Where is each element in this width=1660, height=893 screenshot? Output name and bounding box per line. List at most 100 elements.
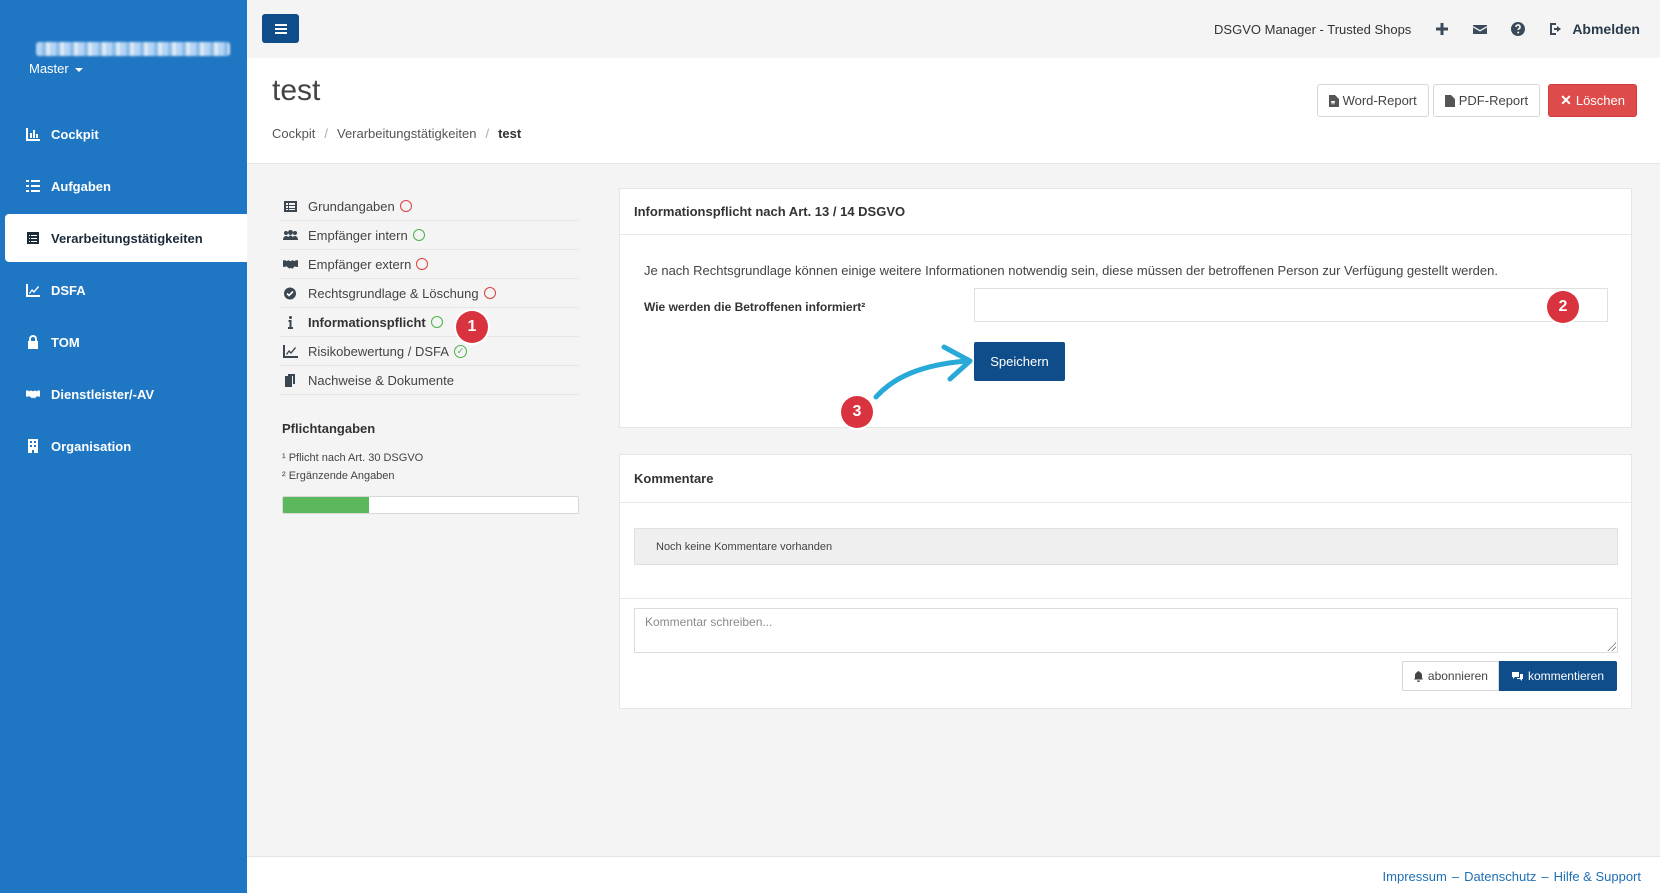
list-alt-icon [27, 232, 39, 244]
comment-textarea[interactable] [634, 608, 1618, 653]
menu-toggle-button[interactable] [262, 14, 299, 43]
sidebar-item-dsfa[interactable]: DSFA [0, 266, 247, 314]
comment-button[interactable]: kommentieren [1498, 661, 1617, 691]
datenschutz-link[interactable]: Datenschutz [1464, 869, 1536, 884]
pdf-report-label: PDF-Report [1458, 93, 1529, 108]
section-item-informationspflicht[interactable]: Informationspflicht [280, 308, 579, 337]
envelope-icon[interactable] [1473, 22, 1488, 36]
panel-title: Informationspflicht nach Art. 13 / 14 DS… [620, 189, 1631, 235]
breadcrumb: Cockpit / Verarbeitungstätigkeiten / tes… [272, 126, 521, 141]
sidebar-item-label: Cockpit [51, 126, 99, 142]
footer-separator: – [1541, 869, 1549, 884]
breadcrumb-separator: / [324, 126, 328, 141]
resize-handle[interactable] [1606, 641, 1616, 651]
section-item-label: Grundangaben [308, 198, 395, 214]
progress-bar-fill [283, 497, 369, 513]
section-nav: Grundangaben Empfänger intern Empfänger … [280, 192, 579, 395]
delete-button[interactable]: ✕ Löschen [1548, 84, 1637, 117]
logout-button[interactable]: Abmelden [1549, 21, 1640, 37]
section-item-risikobewertung[interactable]: Risikobewertung / DSFA ✓ [280, 337, 579, 366]
file-pdf-icon [1444, 94, 1455, 107]
sidebar-item-verarbeitungstaetigkeiten[interactable]: Verarbeitungstätigkeiten [5, 214, 247, 262]
footer-separator: – [1451, 869, 1460, 884]
list-alt-icon [284, 200, 297, 212]
breadcrumb-current: test [498, 126, 522, 141]
sidebar-item-tom[interactable]: TOM [0, 318, 247, 366]
section-item-rechtsgrundlage[interactable]: Rechtsgrundlage & Löschung [280, 279, 579, 308]
impressum-link[interactable]: Impressum [1383, 869, 1447, 884]
sidebar-item-dienstleister[interactable]: Dienstleister/-AV [0, 370, 247, 418]
section-item-label: Empfänger intern [308, 227, 408, 243]
sidebar-item-aufgaben[interactable]: Aufgaben [0, 162, 247, 210]
subscribe-button[interactable]: abonnieren [1401, 661, 1499, 691]
progress-bar [282, 496, 579, 514]
line-chart-icon [26, 284, 40, 297]
plus-icon[interactable] [1435, 22, 1449, 36]
section-item-label: Risikobewertung / DSFA [308, 343, 449, 359]
page-title: test [272, 74, 321, 107]
info-description: Je nach Rechtsgrundlage können einige we… [644, 263, 1498, 278]
comments-title: Kommentare [620, 455, 1631, 503]
section-item-label: Informationspflicht [308, 314, 426, 330]
header-actions: Word-Report PDF-Report ✕ Löschen [1316, 84, 1637, 117]
account-selector-label: Master [29, 61, 69, 76]
user-name-blurred [36, 42, 230, 56]
breadcrumb-separator: / [485, 126, 490, 141]
word-report-label: Word-Report [1342, 93, 1417, 108]
hilfe-support-link[interactable]: Hilfe & Support [1554, 869, 1641, 884]
status-open-icon [430, 316, 443, 328]
account-selector[interactable]: Master [29, 61, 83, 76]
topbar-actions: DSGVO Manager - Trusted Shops Abmelden [1214, 0, 1640, 58]
section-item-label: Empfänger extern [308, 256, 412, 272]
sign-out-icon [1550, 23, 1562, 35]
section-item-nachweise[interactable]: Nachweise & Dokumente [280, 366, 579, 395]
field-label: Wie werden die Betroffenen informiert² [644, 300, 866, 314]
sidebar-item-organisation[interactable]: Organisation [0, 422, 247, 470]
sidebar-item-label: Aufgaben [51, 178, 111, 194]
section-item-grundangaben[interactable]: Grundangaben [280, 192, 579, 221]
status-incomplete-icon [416, 258, 429, 270]
help-icon[interactable] [1511, 22, 1526, 36]
informationspflicht-panel: Informationspflicht nach Art. 13 / 14 DS… [619, 188, 1632, 428]
divider [620, 598, 1631, 599]
section-item-label: Rechtsgrundlage & Löschung [308, 285, 479, 301]
delete-label: Löschen [1575, 93, 1625, 108]
caret-down-icon [74, 67, 83, 72]
page-header: test Cockpit / Verarbeitungstätigkeiten … [247, 58, 1660, 164]
sidebar-item-cockpit[interactable]: Cockpit [0, 110, 247, 158]
breadcrumb-verarbeitungstaetigkeiten[interactable]: Verarbeitungstätigkeiten [337, 126, 476, 141]
copy-icon [285, 373, 295, 387]
section-item-empfaenger-intern[interactable]: Empfänger intern [280, 221, 579, 250]
hamburger-icon [274, 27, 287, 30]
topbar: DSGVO Manager - Trusted Shops Abmelden [247, 0, 1660, 58]
handshake-icon [26, 390, 40, 399]
status-incomplete-icon [483, 287, 496, 299]
subscribe-label: abonnieren [1427, 669, 1488, 683]
pflichtangaben-title: Pflichtangaben [282, 421, 376, 436]
sidebar-nav: Cockpit Aufgaben Verarbeitungstätigkeite… [0, 110, 247, 474]
check-circle-icon [284, 287, 296, 299]
status-done-icon: ✓ [453, 344, 467, 358]
pdf-report-button[interactable]: PDF-Report [1432, 84, 1541, 117]
sidebar-item-label: Organisation [51, 438, 132, 454]
annotation-badge-1: 1 [456, 311, 488, 343]
app-name[interactable]: DSGVO Manager - Trusted Shops [1214, 22, 1411, 37]
line-chart-icon [283, 344, 298, 358]
section-item-label: Nachweise & Dokumente [308, 372, 454, 388]
sidebar: Master Cockpit Aufgaben Verarbeitungstät… [0, 0, 247, 893]
section-item-empfaenger-extern[interactable]: Empfänger extern [280, 250, 579, 279]
status-incomplete-icon [399, 200, 412, 212]
users-icon [283, 229, 298, 240]
save-button[interactable]: Speichern [974, 342, 1065, 381]
comment-actions: abonnieren kommentieren [1401, 661, 1617, 691]
pflicht-note-2: ² Ergänzende Angaben [282, 470, 395, 482]
footer-links: Impressum – Datenschutz – Hilfe & Suppor… [1383, 869, 1641, 884]
informiert-input[interactable] [974, 288, 1608, 322]
word-report-button[interactable]: Word-Report [1316, 84, 1429, 117]
building-icon [28, 439, 38, 453]
breadcrumb-cockpit[interactable]: Cockpit [272, 126, 315, 141]
logout-label: Abmelden [1572, 21, 1640, 37]
annotation-badge-2: 2 [1547, 291, 1579, 323]
footer: Impressum – Datenschutz – Hilfe & Suppor… [247, 856, 1660, 893]
annotation-arrow [873, 344, 973, 400]
